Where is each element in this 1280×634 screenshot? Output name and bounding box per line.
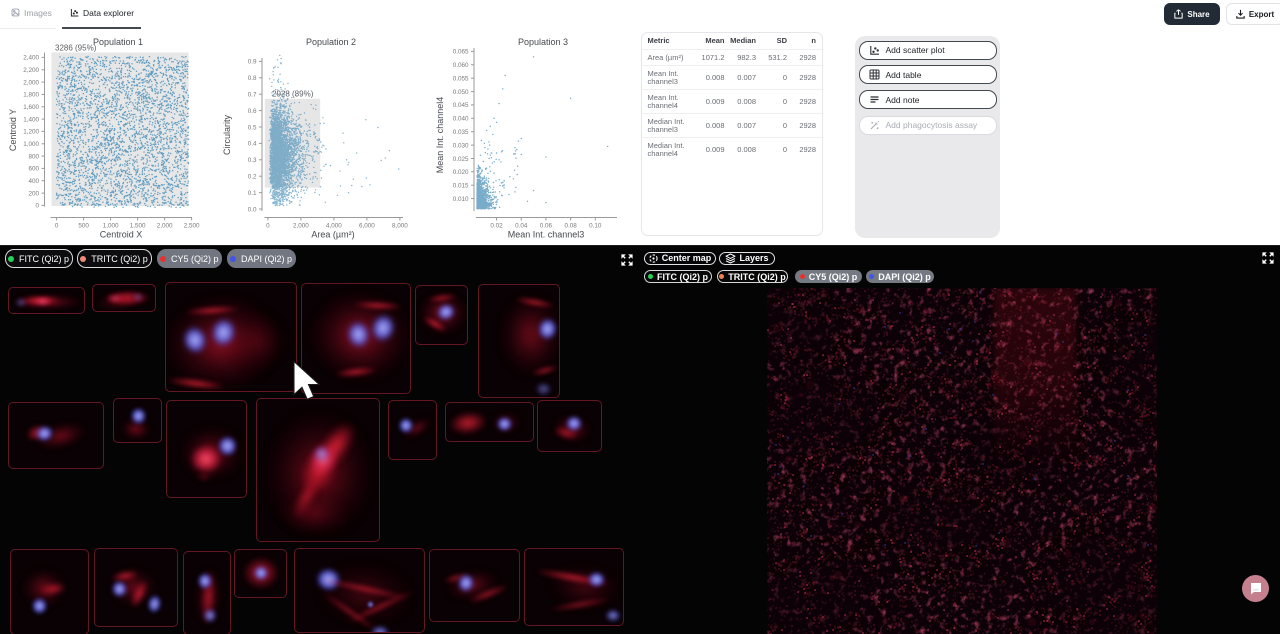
svg-text:500: 500 <box>78 223 89 230</box>
svg-text:Area (µm²): Area (µm²) <box>311 230 354 240</box>
svg-text:0.7: 0.7 <box>248 92 257 99</box>
svg-text:0.050: 0.050 <box>453 89 469 96</box>
svg-text:0.04: 0.04 <box>515 223 528 230</box>
svg-text:0.060: 0.060 <box>453 62 469 69</box>
svg-text:2,000: 2,000 <box>293 223 309 230</box>
svg-text:200: 200 <box>28 190 39 197</box>
svg-text:2,000: 2,000 <box>157 223 173 230</box>
svg-text:2,200: 2,200 <box>23 67 39 74</box>
svg-text:0.055: 0.055 <box>453 76 469 83</box>
svg-text:1,800: 1,800 <box>23 92 39 99</box>
svg-text:0.035: 0.035 <box>453 129 469 136</box>
svg-text:0.08: 0.08 <box>564 223 577 230</box>
svg-text:0.2: 0.2 <box>248 174 257 181</box>
svg-text:0.1: 0.1 <box>248 190 257 197</box>
svg-text:Circularity: Circularity <box>222 115 232 156</box>
svg-text:6,000: 6,000 <box>359 223 375 230</box>
svg-text:Population 3: Population 3 <box>518 37 568 47</box>
svg-text:1,600: 1,600 <box>23 104 39 111</box>
svg-text:8,000: 8,000 <box>392 223 408 230</box>
svg-text:400: 400 <box>28 178 39 185</box>
svg-text:Population 2: Population 2 <box>306 37 356 47</box>
svg-text:2,000: 2,000 <box>23 79 39 86</box>
svg-text:4,000: 4,000 <box>326 223 342 230</box>
svg-text:Population 1: Population 1 <box>93 37 143 47</box>
svg-text:0.045: 0.045 <box>453 102 469 109</box>
svg-text:0.025: 0.025 <box>453 156 469 163</box>
svg-text:0.6: 0.6 <box>248 108 257 115</box>
svg-text:1,200: 1,200 <box>23 129 39 136</box>
svg-text:2,400: 2,400 <box>23 55 39 62</box>
svg-text:0.010: 0.010 <box>453 196 469 203</box>
svg-text:1,400: 1,400 <box>23 116 39 123</box>
svg-text:1,000: 1,000 <box>23 141 39 148</box>
svg-text:Centroid Y: Centroid Y <box>8 109 18 151</box>
svg-text:0.06: 0.06 <box>540 223 553 230</box>
svg-text:1,500: 1,500 <box>130 223 146 230</box>
svg-text:0.10: 0.10 <box>589 223 602 230</box>
svg-text:800: 800 <box>28 153 39 160</box>
svg-text:0: 0 <box>55 223 59 230</box>
svg-text:2928 (89%): 2928 (89%) <box>272 90 314 99</box>
svg-text:Mean Int. channel4: Mean Int. channel4 <box>435 97 445 174</box>
svg-text:0.8: 0.8 <box>248 75 257 82</box>
svg-text:600: 600 <box>28 166 39 173</box>
svg-text:Centroid X: Centroid X <box>100 230 143 240</box>
svg-text:3286 (95%): 3286 (95%) <box>55 44 97 53</box>
svg-text:0.0: 0.0 <box>248 206 257 213</box>
svg-text:0.3: 0.3 <box>248 157 257 164</box>
svg-text:0.9: 0.9 <box>248 59 257 66</box>
svg-text:0: 0 <box>266 223 270 230</box>
svg-text:1,000: 1,000 <box>103 223 119 230</box>
svg-text:0.040: 0.040 <box>453 116 469 123</box>
svg-text:0.030: 0.030 <box>453 142 469 149</box>
svg-text:Mean Int. channel3: Mean Int. channel3 <box>508 230 585 240</box>
svg-text:0.065: 0.065 <box>453 49 469 56</box>
svg-text:0.020: 0.020 <box>453 169 469 176</box>
svg-text:0.4: 0.4 <box>248 141 257 148</box>
svg-text:0.015: 0.015 <box>453 183 469 190</box>
svg-text:0.5: 0.5 <box>248 124 257 131</box>
svg-text:2,500: 2,500 <box>184 223 200 230</box>
svg-text:0: 0 <box>35 203 39 210</box>
svg-text:0.02: 0.02 <box>490 223 503 230</box>
